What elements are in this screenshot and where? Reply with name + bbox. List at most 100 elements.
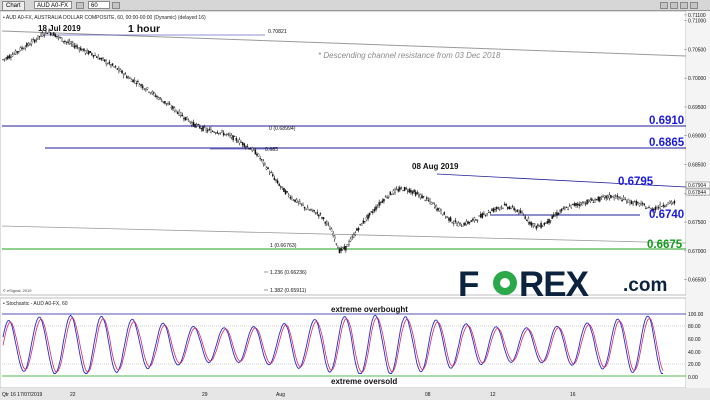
price-candle-body <box>426 197 428 200</box>
price-candle-body <box>637 202 639 204</box>
price-candle-body <box>391 194 393 196</box>
price-candle-body <box>387 195 390 198</box>
price-candle-body <box>641 203 644 204</box>
price-candle-body <box>246 145 249 147</box>
price-candle-body <box>224 133 226 136</box>
price-candle-body <box>660 206 663 208</box>
price-candle-body <box>291 197 293 199</box>
close-icon[interactable] <box>690 2 698 9</box>
price-candle-body <box>586 199 588 205</box>
price-candle-body <box>33 39 36 43</box>
price-candle-body <box>268 172 271 174</box>
toolbar: Chart AUD A0-FX 60 <box>0 0 710 11</box>
maximize-icon[interactable] <box>670 2 678 9</box>
price-candle-body <box>424 199 426 201</box>
price-candle-body <box>94 55 96 56</box>
price-candle-body <box>419 194 422 198</box>
price-candle-body <box>376 206 379 208</box>
level-label-6910: 0.6910 <box>649 115 684 127</box>
price-candle-body <box>72 42 74 45</box>
price-candle-body <box>608 194 611 199</box>
price-candle-body <box>418 194 420 196</box>
x-axis-bar[interactable] <box>0 388 710 400</box>
price-candle-body <box>399 187 401 191</box>
price-candle-body <box>180 112 182 116</box>
overbought-label: extreme overbought <box>331 305 408 314</box>
price-candle-body <box>89 51 92 53</box>
price-candle-body <box>214 132 217 134</box>
price-candle-body <box>487 210 490 213</box>
price-candle-body <box>576 203 579 206</box>
price-candle-body <box>489 211 492 213</box>
stoch-tick-100: 100.00 <box>688 312 704 318</box>
price-candle-body <box>114 66 117 68</box>
price-candle-body <box>572 203 574 205</box>
price-candle-body <box>484 215 487 217</box>
price-candle-body <box>253 149 255 151</box>
price-candle-body <box>86 50 88 54</box>
fib-label-1382: 1.382 (0.65911) <box>270 288 307 294</box>
price-candle-body <box>227 133 230 135</box>
price-candle-body <box>173 107 176 111</box>
price-candle-body <box>433 204 436 208</box>
interval-input[interactable]: 60 <box>88 1 110 9</box>
price-candle-body <box>403 187 406 191</box>
price-candle-body <box>321 217 323 219</box>
price-candle-body <box>49 32 52 35</box>
price-candle-body <box>405 187 407 189</box>
price-candle-body <box>560 208 563 212</box>
chart-svg[interactable]: • AUD A0-FX, AUSTRALIA DOLLAR COMPOSITE,… <box>0 0 710 400</box>
price-candle-body <box>540 222 542 228</box>
price-candle-body <box>476 220 479 222</box>
price-candle-body <box>137 81 139 82</box>
x-axis-start: Qtr 16 17/07/2019 <box>2 392 43 398</box>
price-candle-body <box>73 45 76 48</box>
symbol-input[interactable]: AUD A0-FX <box>34 1 72 9</box>
price-candle-body <box>3 58 6 60</box>
price-candle-body <box>535 225 538 229</box>
price-candle-body <box>160 100 163 103</box>
price-candle-body <box>119 69 122 72</box>
price-candle-body <box>370 211 372 213</box>
price-candle-body <box>141 85 144 89</box>
logo-letter-f: F <box>458 265 479 304</box>
price-candle-body <box>143 88 146 90</box>
price-candle-body <box>362 220 365 224</box>
price-candle-body <box>580 202 582 206</box>
price-candle-body <box>548 218 550 224</box>
interval-dropdown-icon[interactable] <box>112 2 120 9</box>
price-candle-body <box>522 214 525 216</box>
price-candle-body <box>308 209 311 211</box>
price-candle-body <box>289 197 292 199</box>
price-candle-body <box>359 223 361 225</box>
price-candle-body <box>111 63 114 66</box>
price-candle-body <box>354 232 357 235</box>
level-label-6740: 0.6740 <box>649 209 684 221</box>
price-candle-body <box>364 221 366 222</box>
price-axis[interactable] <box>686 11 710 388</box>
price-candle-body <box>583 201 585 203</box>
price-candle-body <box>478 215 480 217</box>
price-candle-body <box>557 213 560 215</box>
price-candle-body <box>151 91 153 94</box>
price-candle-body <box>311 208 314 211</box>
last-price-text: 0.67904 <box>688 183 706 189</box>
symbol-dropdown-icon[interactable] <box>76 2 84 9</box>
chart-button[interactable]: Chart <box>2 1 25 11</box>
price-candle-body <box>272 174 274 177</box>
restore-icon[interactable] <box>680 2 688 9</box>
minimize-icon[interactable] <box>660 2 668 9</box>
price-candle-body <box>251 147 253 152</box>
price-candle-body <box>456 223 458 226</box>
price-candle-body <box>421 195 423 199</box>
price-candle-body <box>307 207 309 210</box>
price-candle-body <box>411 191 414 194</box>
price-candle-body <box>422 196 425 198</box>
price-candle-body <box>273 177 276 180</box>
price-candle-body <box>14 50 17 55</box>
price-candle-body <box>467 221 469 224</box>
price-candle-body <box>589 199 592 202</box>
price-candle-body <box>176 112 179 114</box>
price-candle-body <box>153 92 155 94</box>
price-candle-body <box>237 141 239 143</box>
